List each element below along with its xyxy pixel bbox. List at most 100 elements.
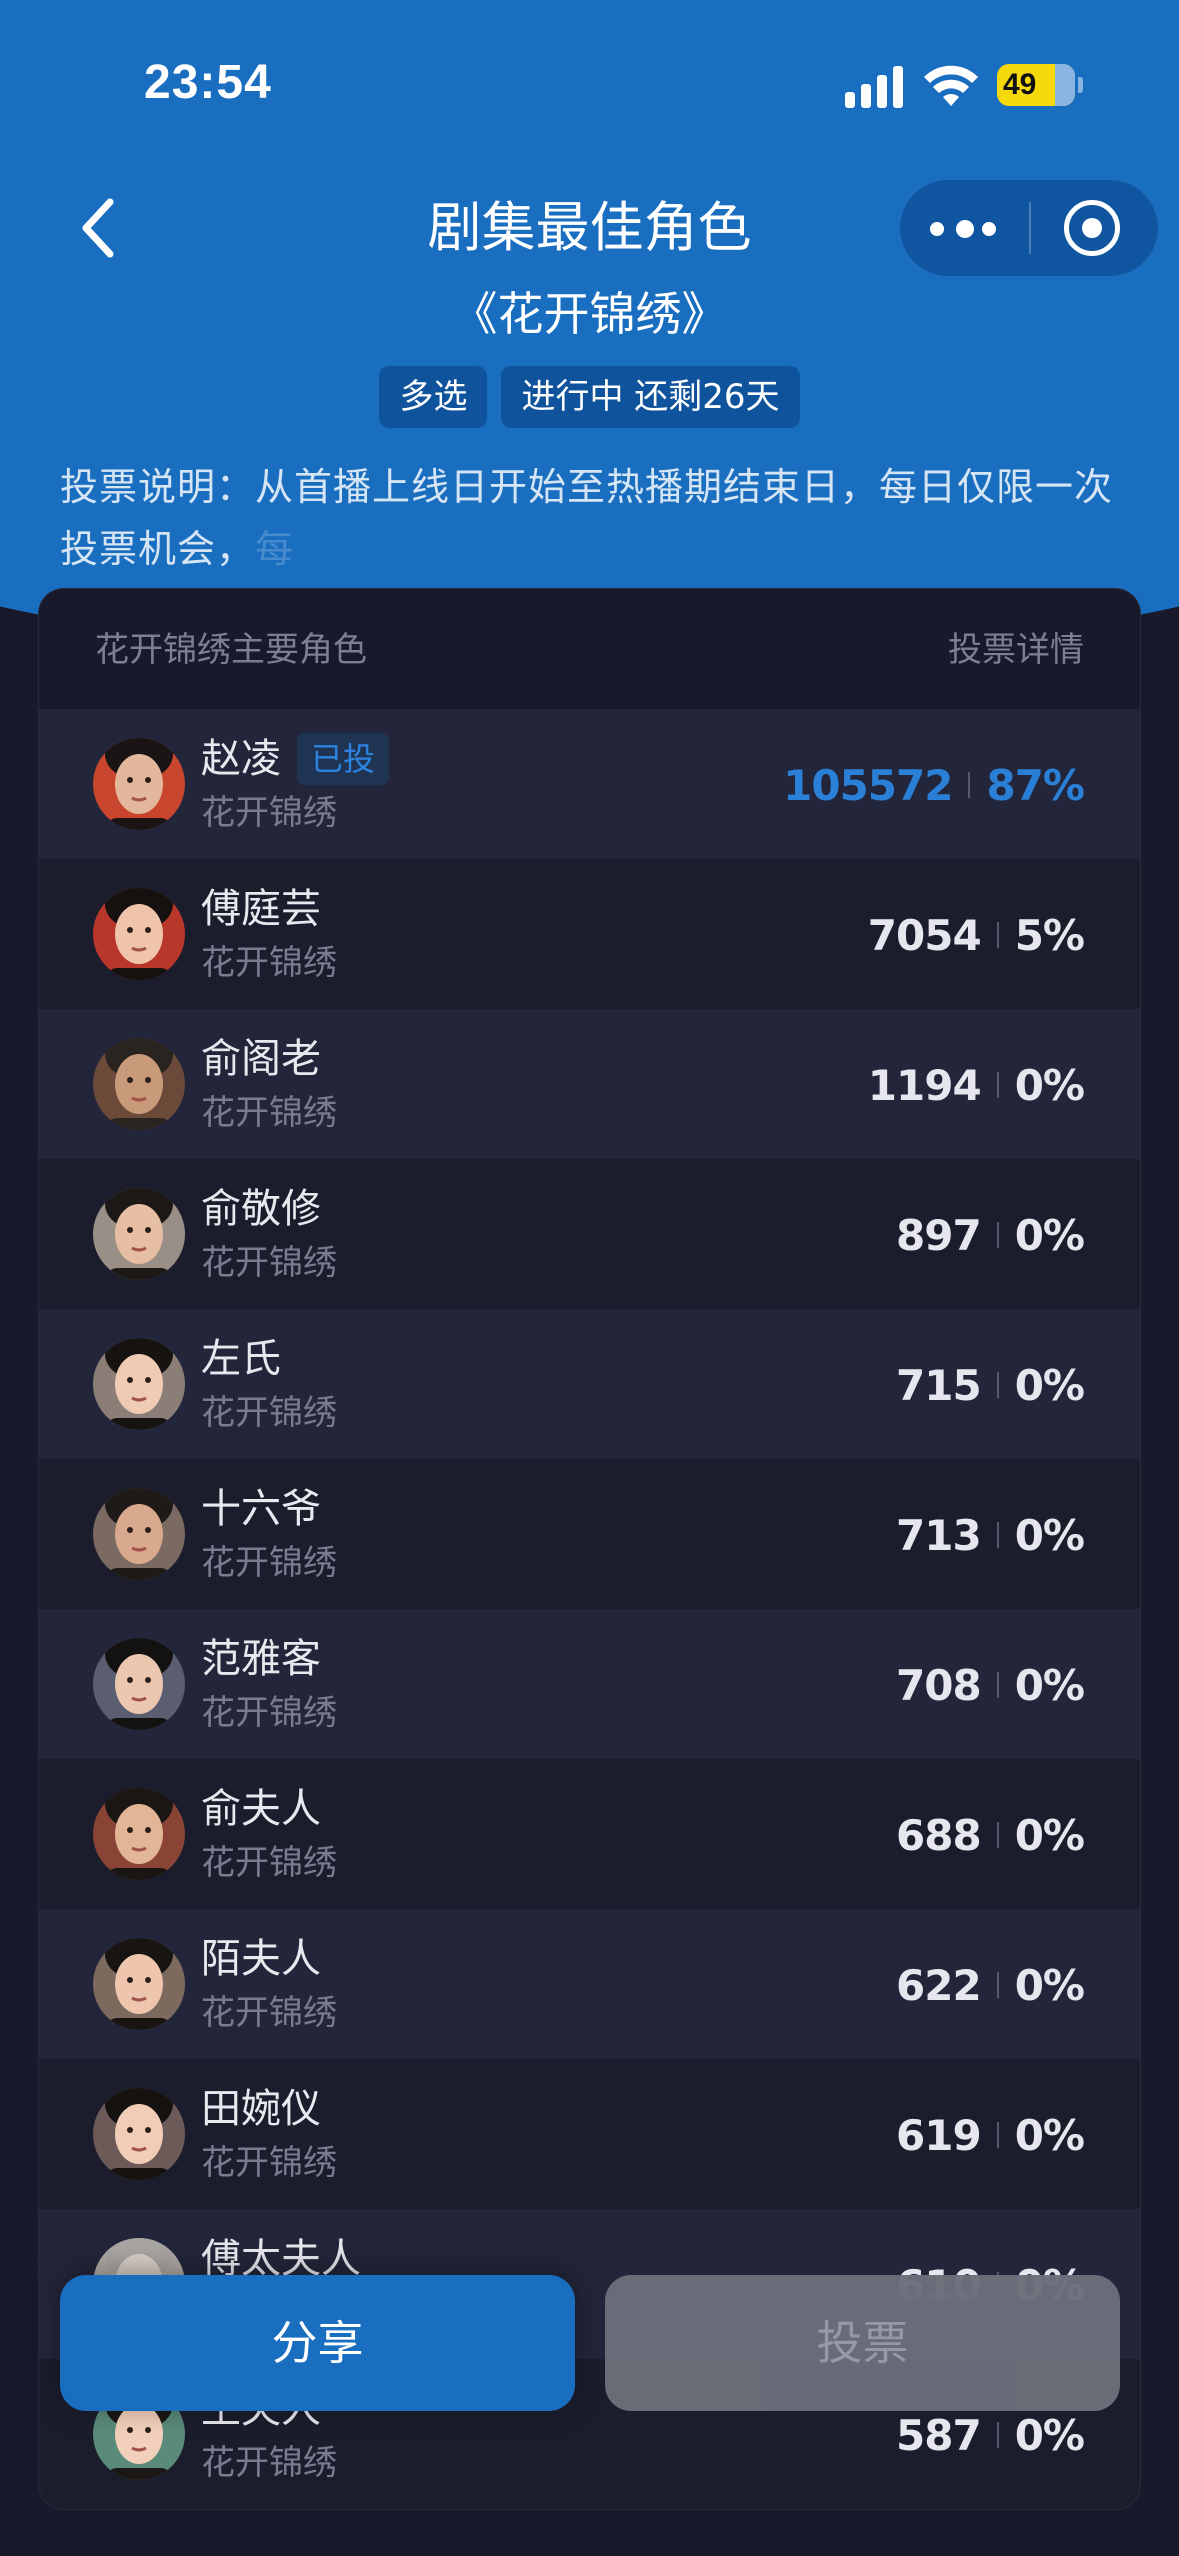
vote-percent: 5% — [1014, 910, 1085, 960]
candidate-row[interactable]: 左氏 花开锦绣 715 0% — [39, 1309, 1140, 1459]
candidate-name: 陌夫人 — [201, 1936, 321, 1982]
vote-stats: 105572 87% — [783, 757, 1085, 813]
avatar — [93, 1188, 185, 1280]
candidate-row[interactable]: 傅庭芸花开锦绣 7054 5% — [39, 859, 1140, 1009]
stats-divider — [996, 922, 999, 948]
stats-divider — [996, 1222, 999, 1248]
battery-icon: 49 — [997, 64, 1075, 106]
status-badge: 进行中 还剩26天 — [501, 366, 800, 428]
avatar — [93, 1038, 185, 1130]
candidate-name: 傅庭芸 — [201, 886, 321, 932]
vote-button[interactable]: 投票 — [605, 2275, 1120, 2411]
candidate-show: 花开锦绣 — [201, 1093, 337, 1133]
avatar — [93, 2088, 185, 2180]
avatar — [93, 888, 185, 980]
list-header-title: 花开锦绣主要角色 — [95, 630, 367, 670]
candidate-name: 俞阁老 — [201, 1036, 321, 1082]
voted-badge: 已投 — [297, 733, 390, 785]
candidate-show: 花开锦绣 — [201, 1543, 337, 1583]
vote-count: 708 — [896, 1660, 982, 1710]
stats-divider — [996, 1522, 999, 1548]
candidate-row[interactable]: 俞阁老花开锦绣 1194 0% — [39, 1009, 1140, 1159]
vote-stats: 7054 5% — [867, 907, 1085, 963]
stats-divider — [996, 1972, 999, 1998]
candidate-rows: 赵凌 已投 花开锦绣 105572 87% 傅庭芸 花开锦绣 7054 5% 俞阁老 花开锦绣 119… — [39, 709, 1140, 2509]
vote-percent: 0% — [1014, 2110, 1085, 2160]
candidate-row[interactable]: 陌夫人花开锦绣 622 0% — [39, 1909, 1140, 2059]
vote-percent: 0% — [1014, 1360, 1085, 1410]
candidate-row[interactable]: 俞敬修 花开锦绣 897 0% — [39, 1159, 1140, 1309]
battery-tip — [1078, 77, 1083, 93]
vote-stats: 587 0% — [896, 2407, 1085, 2463]
vote-stats: 1194 0% — [867, 1057, 1085, 1113]
vote-count: 688 — [896, 1810, 982, 1860]
share-button[interactable]: 分享 — [60, 2275, 575, 2411]
stats-divider — [996, 2122, 999, 2148]
candidate-name: 范雅客 — [201, 1636, 321, 1682]
vote-stats: 708 0% — [896, 1657, 1085, 1713]
stats-divider — [968, 772, 971, 798]
vote-count: 1194 — [867, 1060, 982, 1110]
candidate-show: 花开锦绣 — [201, 1693, 337, 1733]
candidate-show: 花开锦绣 — [201, 943, 337, 983]
close-target-icon[interactable] — [1064, 200, 1120, 256]
more-dots-icon[interactable] — [930, 202, 1000, 254]
stats-divider — [996, 1372, 999, 1398]
candidate-list: 花开锦绣主要角色 投票详情 赵凌 已投 花开锦绣 105572 87% 傅庭芸 花开锦绣 70… — [38, 588, 1141, 2510]
avatar — [93, 1338, 185, 1430]
candidate-name: 十六爷 — [201, 1486, 321, 1532]
candidate-row[interactable]: 赵凌 已投花开锦绣 105572 87% — [39, 709, 1140, 859]
vote-stats: 688 0% — [896, 1807, 1085, 1863]
vote-percent: 0% — [1014, 2410, 1085, 2460]
status-bar: 23:54 49 — [0, 0, 1179, 150]
vote-percent: 0% — [1014, 1960, 1085, 2010]
candidate-row[interactable]: 田婉仪 花开锦绣 619 0% — [39, 2059, 1140, 2209]
candidate-show: 花开锦绣 — [201, 793, 337, 833]
candidate-name: 俞夫人 — [201, 1786, 321, 1832]
vote-percent: 0% — [1014, 1210, 1085, 1260]
vote-percent: 0% — [1014, 1510, 1085, 1560]
mini-program-capsule — [900, 180, 1158, 276]
candidate-row[interactable]: 十六爷花开锦绣 713 0% — [39, 1459, 1140, 1609]
candidate-row[interactable]: 范雅客花开锦绣 708 0% — [39, 1609, 1140, 1759]
candidate-show: 花开锦绣 — [201, 1993, 337, 2033]
poll-badges: 多选 进行中 还剩26天 — [0, 366, 1179, 428]
vote-page: { "status_bar": { "time": "23:54", "batt… — [0, 0, 1179, 2556]
candidate-row[interactable]: 俞夫人 花开锦绣 688 0% — [39, 1759, 1140, 1909]
battery-level: 49 — [1003, 68, 1037, 101]
stats-divider — [996, 1072, 999, 1098]
show-title: 《花开锦绣》 — [451, 287, 728, 341]
vote-count: 619 — [896, 2110, 982, 2160]
avatar — [93, 1938, 185, 2030]
mode-badge: 多选 — [379, 366, 488, 428]
capsule-divider — [1029, 202, 1031, 254]
candidate-name: 赵凌 — [201, 736, 281, 782]
avatar — [93, 1638, 185, 1730]
candidate-show: 花开锦绣 — [201, 2143, 337, 2183]
vote-description: 投票说明：从首播上线日开始至热播期结束日，每日仅限一次投票机会，每 — [60, 456, 1120, 580]
vote-percent: 87% — [986, 760, 1085, 810]
vote-stats: 715 0% — [896, 1357, 1085, 1413]
candidate-show: 花开锦绣 — [201, 1393, 337, 1433]
vote-percent: 0% — [1014, 1810, 1085, 1860]
cellular-signal-icon — [845, 66, 905, 108]
candidate-show: 花开锦绣 — [201, 2443, 337, 2483]
vote-count: 105572 — [783, 760, 953, 810]
vote-percent: 0% — [1014, 1060, 1085, 1110]
vote-stats: 713 0% — [896, 1507, 1085, 1563]
back-chevron-icon[interactable] — [70, 190, 130, 266]
vote-count: 7054 — [867, 910, 982, 960]
vote-count: 587 — [896, 2410, 982, 2460]
vote-description-fade: 每 — [255, 527, 295, 571]
vote-description-text: 投票说明：从首播上线日开始至热播期结束日，每日仅限一次投票机会， — [60, 465, 1114, 571]
avatar — [93, 738, 185, 830]
vote-count: 715 — [896, 1360, 982, 1410]
vote-count: 622 — [896, 1960, 982, 2010]
avatar — [93, 1488, 185, 1580]
stats-divider — [996, 1822, 999, 1848]
vote-percent: 0% — [1014, 1660, 1085, 1710]
vote-details-link[interactable]: 投票详情 — [948, 625, 1084, 675]
candidate-name: 俞敬修 — [201, 1186, 321, 1232]
vote-stats: 897 0% — [896, 1207, 1085, 1263]
vote-stats: 622 0% — [896, 1957, 1085, 2013]
